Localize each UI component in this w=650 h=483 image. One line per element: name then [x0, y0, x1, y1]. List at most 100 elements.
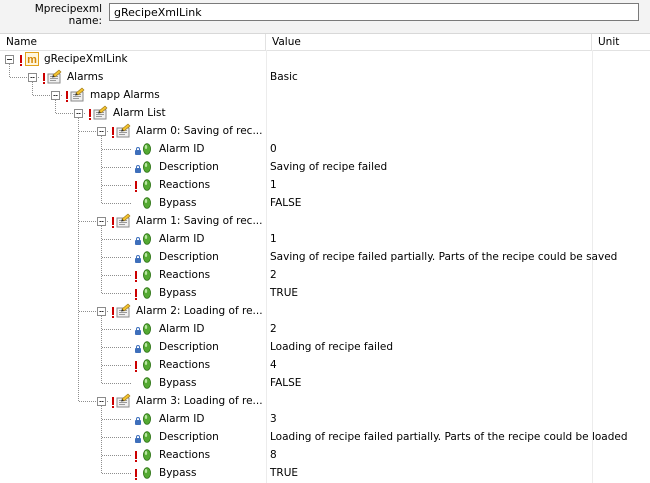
tree-item-value[interactable]: 2: [270, 320, 277, 338]
tree-row[interactable]: Reactions 1: [0, 176, 650, 194]
tree-item-label: Reactions: [159, 179, 211, 191]
tree-connector: [79, 131, 108, 132]
tree-connector: [102, 257, 131, 258]
tree-connector: [102, 275, 131, 276]
tree-row[interactable]: Bypass TRUE: [0, 464, 650, 482]
tree-connector: [79, 221, 108, 222]
tree-row[interactable]: Bypass TRUE: [0, 284, 650, 302]
tree-connector: [102, 239, 131, 240]
lock-icon: [135, 417, 141, 425]
parameter-icon: [139, 159, 155, 175]
module-icon: m: [24, 51, 40, 67]
tree-row[interactable]: Alarms Basic: [0, 68, 650, 86]
tree-item-value[interactable]: 1: [270, 176, 277, 194]
lock-icon: [135, 237, 141, 245]
tree-item-label: Alarm ID: [159, 143, 205, 155]
tree-connector: [56, 113, 85, 114]
tree-item-label: Bypass: [159, 287, 197, 299]
tree-item-label: Alarm 1: Saving of rec...: [136, 215, 263, 227]
tree-row[interactable]: Reactions 4: [0, 356, 650, 374]
name-label-line1: Mprecipexml: [34, 3, 102, 15]
tree-connector: [102, 293, 131, 294]
tree-connector: [102, 347, 131, 348]
parameter-icon: [139, 357, 155, 373]
tree-item-label: Description: [159, 161, 219, 173]
modified-marker: [135, 361, 137, 372]
tree-row[interactable]: Alarm ID 1: [0, 230, 650, 248]
tree-connector: [102, 365, 131, 366]
name-input[interactable]: [109, 3, 639, 21]
tree-row[interactable]: Alarm ID 3: [0, 410, 650, 428]
tree-item-label: Description: [159, 341, 219, 353]
tree-row[interactable]: Alarm List: [0, 104, 650, 122]
svg-text:m: m: [27, 54, 37, 66]
tree-item-label: Alarms: [67, 71, 104, 83]
tree-connector: [79, 311, 108, 312]
tree-row[interactable]: Reactions 8: [0, 446, 650, 464]
tree-item-value[interactable]: TRUE: [270, 464, 298, 482]
name-field-label: Mprecipexml name:: [30, 3, 102, 27]
unit-column-header[interactable]: Unit: [592, 34, 650, 50]
tree-item-value[interactable]: Loading of recipe failed: [270, 338, 393, 356]
tree-connector: [79, 401, 108, 402]
tree-connector: [33, 95, 62, 96]
tree-item-value[interactable]: Saving of recipe failed: [270, 158, 387, 176]
tree-row[interactable]: Description Saving of recipe failed: [0, 158, 650, 176]
folder-pencil-icon: [47, 69, 63, 85]
tree-connector: [102, 455, 131, 456]
tree-item-label: Bypass: [159, 377, 197, 389]
tree-row[interactable]: mapp Alarms: [0, 86, 650, 104]
tree-row[interactable]: Alarm 0: Saving of rec...: [0, 122, 650, 140]
tree-item-value[interactable]: 0: [270, 140, 277, 158]
tree-item-label: Alarm 2: Loading of re...: [136, 305, 263, 317]
collapse-toggle[interactable]: [5, 55, 14, 64]
folder-pencil-icon: [93, 105, 109, 121]
lock-icon: [135, 147, 141, 155]
lock-icon: [135, 345, 141, 353]
tree-row[interactable]: Alarm 2: Loading of re...: [0, 302, 650, 320]
tree-item-value[interactable]: Basic: [270, 68, 298, 86]
tree-row[interactable]: Bypass FALSE: [0, 194, 650, 212]
tree-row[interactable]: m gRecipeXmlLink: [0, 50, 650, 68]
tree-item-value[interactable]: Saving of recipe failed partially. Parts…: [270, 248, 617, 266]
tree-item-value[interactable]: FALSE: [270, 374, 301, 392]
tree-row[interactable]: Bypass FALSE: [0, 374, 650, 392]
tree-item-value[interactable]: 4: [270, 356, 277, 374]
tree-connector: [102, 383, 131, 384]
tree-item-label: Alarm ID: [159, 233, 205, 245]
tree-connector: [102, 185, 131, 186]
parameter-icon: [139, 411, 155, 427]
tree-item-value[interactable]: 2: [270, 266, 277, 284]
tree-item-label: Reactions: [159, 269, 211, 281]
tree-connector: [102, 149, 131, 150]
tree-item-label: Bypass: [159, 197, 197, 209]
tree-item-label: Alarm 0: Saving of rec...: [136, 125, 263, 137]
name-label-line2: name:: [68, 15, 102, 27]
tree-item-value[interactable]: 1: [270, 230, 277, 248]
tree-row[interactable]: Description Loading of recipe failed part…: [0, 428, 650, 446]
tree-item-value[interactable]: 3: [270, 410, 277, 428]
parameter-icon: [139, 339, 155, 355]
tree-item-value[interactable]: TRUE: [270, 284, 298, 302]
name-column-header[interactable]: Name: [0, 34, 266, 50]
tree-item-value[interactable]: 8: [270, 446, 277, 464]
tree-item-value[interactable]: Loading of recipe failed partially. Part…: [270, 428, 628, 446]
name-bar: Mprecipexml name:: [0, 0, 650, 34]
modified-marker: [135, 271, 137, 282]
tree-row[interactable]: Alarm ID 0: [0, 140, 650, 158]
tree-item-label: gRecipeXmlLink: [44, 53, 128, 65]
tree-row[interactable]: Alarm ID 2: [0, 320, 650, 338]
tree-row[interactable]: Description Saving of recipe failed parti…: [0, 248, 650, 266]
tree-item-label: mapp Alarms: [90, 89, 160, 101]
tree-row[interactable]: Alarm 3: Loading of re...: [0, 392, 650, 410]
modified-marker: [135, 451, 137, 462]
tree-row[interactable]: Alarm 1: Saving of rec...: [0, 212, 650, 230]
tree-row[interactable]: Description Loading of recipe failed: [0, 338, 650, 356]
tree-item-label: Alarm ID: [159, 413, 205, 425]
folder-pencil-icon: [116, 123, 132, 139]
tree-row[interactable]: Reactions 2: [0, 266, 650, 284]
parameter-icon: [139, 285, 155, 301]
tree-item-value[interactable]: FALSE: [270, 194, 301, 212]
value-column-header[interactable]: Value: [266, 34, 592, 50]
modified-marker: [43, 73, 45, 84]
